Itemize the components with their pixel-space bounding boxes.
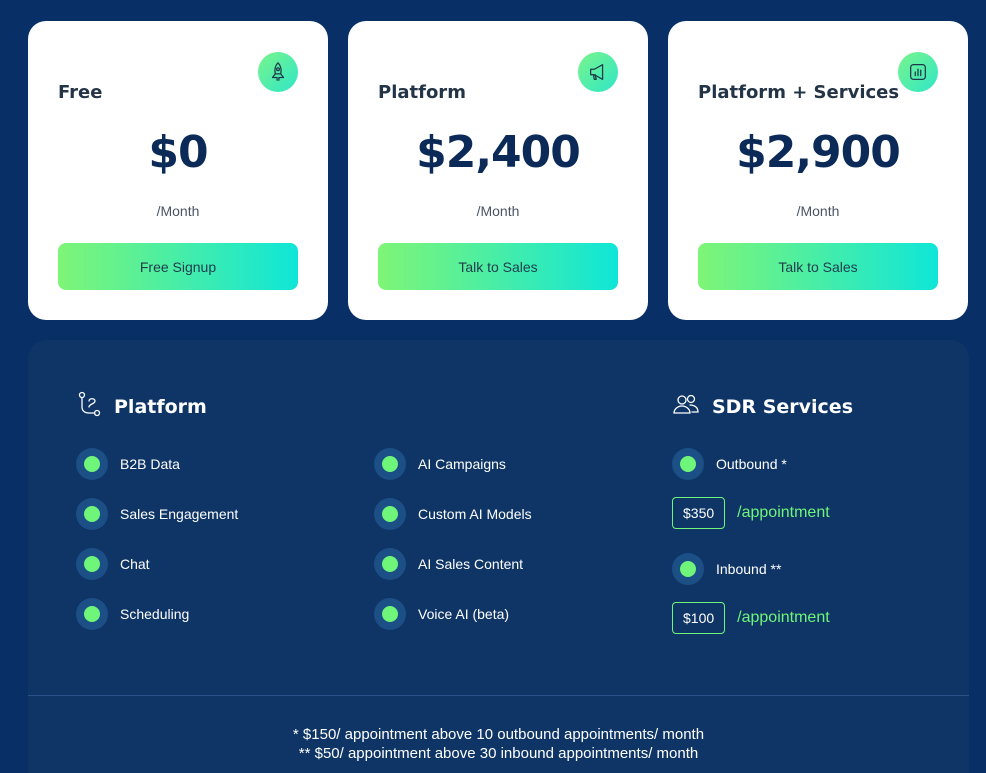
plan-price: $2,900 — [736, 127, 901, 178]
plan-title: Platform — [378, 82, 466, 103]
check-dot-icon — [374, 448, 406, 480]
inbound-item: Inbound ** — [672, 553, 781, 585]
outbound-label: Outbound * — [716, 456, 787, 472]
feature-label: Voice AI (beta) — [418, 606, 510, 622]
plan-card-platform: Platform $2,400 /Month Talk to Sales — [348, 21, 648, 320]
free-signup-button[interactable]: Free Signup — [58, 243, 298, 290]
check-dot-icon — [374, 498, 406, 530]
outbound-unit: /appointment — [737, 504, 830, 521]
feature-item: Voice AI (beta) — [374, 598, 509, 630]
feature-label: AI Campaigns — [418, 456, 506, 472]
plan-period: /Month — [476, 203, 520, 219]
outbound-item: Outbound * — [672, 448, 787, 480]
check-dot-icon — [374, 598, 406, 630]
sdr-heading: SDR Services — [672, 392, 853, 421]
check-dot-icon — [76, 548, 108, 580]
feature-label: Custom AI Models — [418, 506, 532, 522]
feature-label: B2B Data — [120, 456, 180, 472]
feature-label: Sales Engagement — [120, 506, 239, 522]
inbound-price-row: $100 /appointment — [672, 602, 830, 634]
feature-label: Chat — [120, 556, 150, 572]
platform-heading-label: Platform — [114, 395, 207, 418]
rocket-icon — [258, 52, 298, 92]
feature-item: Chat — [76, 548, 150, 580]
inbound-label: Inbound ** — [716, 561, 782, 577]
check-dot-icon — [672, 553, 704, 585]
inbound-unit: /appointment — [737, 609, 830, 626]
plan-card-free: Free $0 /Month Free Signup — [28, 21, 328, 320]
feature-item: Sales Engagement — [76, 498, 238, 530]
feature-item: AI Campaigns — [374, 448, 506, 480]
feature-item: Custom AI Models — [374, 498, 532, 530]
megaphone-icon — [578, 52, 618, 92]
footnote-outbound: * $150/ appointment above 10 outbound ap… — [292, 726, 705, 743]
check-dot-icon — [76, 598, 108, 630]
plan-title: Free — [58, 82, 103, 103]
feature-item: Scheduling — [76, 598, 189, 630]
feature-item: B2B Data — [76, 448, 180, 480]
route-icon — [76, 390, 102, 423]
features-panel: Platform B2B Data Sales Engagement Chat … — [28, 340, 969, 773]
plan-period: /Month — [796, 203, 840, 219]
outbound-price-row: $350 /appointment — [672, 497, 830, 529]
feature-label: AI Sales Content — [418, 556, 524, 572]
inbound-price: $100 — [672, 602, 726, 634]
check-dot-icon — [76, 498, 108, 530]
plan-card-platform-services: Platform + Services $2,900 /Month Talk t… — [668, 21, 968, 320]
check-dot-icon — [76, 448, 108, 480]
footnote-inbound: ** $50/ appointment above 30 inbound app… — [298, 745, 699, 762]
outbound-price: $350 — [672, 497, 726, 529]
feature-item: AI Sales Content — [374, 548, 523, 580]
divider — [28, 695, 969, 696]
talk-to-sales-button[interactable]: Talk to Sales — [698, 243, 938, 290]
plan-title: Platform + Services — [698, 82, 900, 103]
sdr-heading-label: SDR Services — [712, 395, 853, 418]
users-icon — [672, 392, 700, 421]
plan-price: $0 — [148, 127, 208, 178]
check-dot-icon — [374, 548, 406, 580]
talk-to-sales-button[interactable]: Talk to Sales — [378, 243, 618, 290]
platform-heading: Platform — [76, 390, 207, 423]
plan-price: $2,400 — [416, 127, 581, 178]
plan-period: /Month — [156, 203, 200, 219]
feature-label: Scheduling — [120, 606, 190, 622]
chart-icon — [898, 52, 938, 92]
check-dot-icon — [672, 448, 704, 480]
